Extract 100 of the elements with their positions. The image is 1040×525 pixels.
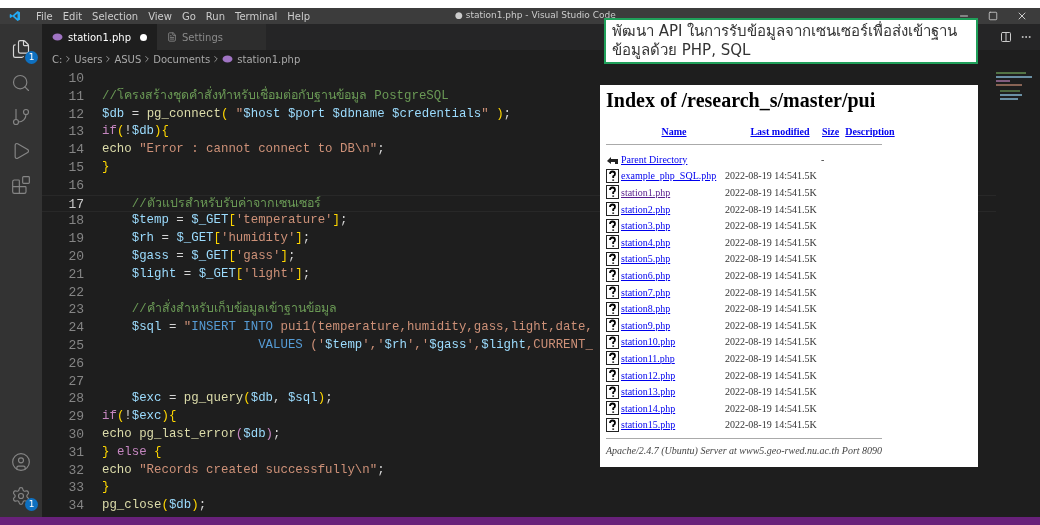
modified-date: 2022-08-19 14:54 <box>725 170 797 182</box>
branch-icon[interactable] <box>11 107 31 127</box>
file-link[interactable]: station14.php <box>621 400 725 416</box>
modified-date: 2022-08-19 14:54 <box>725 336 797 348</box>
file-link[interactable]: station2.php <box>621 201 725 217</box>
split-editor-icon[interactable] <box>1000 31 1012 43</box>
menu-item[interactable]: Selection <box>87 8 144 24</box>
code-line: echo "Error : cannot connect to DB\n"; <box>102 141 385 159</box>
code-line: $rh = $_GET['humidity']; <box>130 230 311 248</box>
unknown-file-icon <box>606 251 619 266</box>
file-link[interactable]: station15.php <box>621 417 725 433</box>
breadcrumb-item[interactable]: Users <box>74 51 103 67</box>
code-line: } <box>102 159 110 176</box>
file-link[interactable]: station11.php <box>621 350 725 366</box>
file-link[interactable]: station6.php <box>621 267 725 283</box>
code-line: if(!$exc){ <box>102 408 177 426</box>
unknown-file-icon <box>606 285 619 300</box>
code-line: echo pg_last_error($db); <box>102 425 281 443</box>
modified-date: 2022-08-19 14:54 <box>725 269 797 281</box>
menu-item[interactable]: Edit <box>57 8 88 24</box>
breadcrumb-item[interactable]: ASUS <box>114 51 142 67</box>
column-header-link[interactable]: Name <box>606 125 742 139</box>
file-link[interactable]: station3.php <box>621 218 725 234</box>
code-line: echo "Records created successfully\n"; <box>102 461 385 479</box>
file-size: 1.5K <box>797 351 817 366</box>
menu-item[interactable]: File <box>31 8 58 24</box>
code-line: //โครงสร้างชุดคำสั่งทำหรับเชื่อมต่อกับฐานข้อมูล PostgreSQL <box>102 87 449 105</box>
modified-date: 2022-08-19 14:54 <box>725 319 797 331</box>
column-header-link[interactable]: Description <box>845 125 895 139</box>
code-line: $gass = $_GET['gass']; <box>130 247 296 265</box>
file-size: 1.5K <box>797 268 817 283</box>
file-link[interactable]: station7.php <box>621 284 725 300</box>
unknown-file-icon <box>606 235 619 250</box>
file-size: 1.5K <box>797 186 817 200</box>
modified-date: 2022-08-19 14:54 <box>725 253 797 265</box>
unknown-file-icon <box>606 301 619 316</box>
code-line: } else { <box>102 443 162 461</box>
close-icon[interactable] <box>1016 10 1028 22</box>
file-link[interactable]: station12.php <box>621 367 725 383</box>
modified-date: 2022-08-19 14:54 <box>725 203 797 215</box>
menu-item[interactable]: Terminal <box>230 8 283 24</box>
modified-date: 2022-08-19 14:54 <box>725 187 797 198</box>
line-number: 17 <box>67 195 84 212</box>
line-number: 33 <box>67 479 84 498</box>
menu-item[interactable]: View <box>143 8 177 24</box>
line-number: 14 <box>67 141 84 159</box>
unknown-file-icon <box>606 384 619 399</box>
file-link[interactable]: station5.php <box>621 251 725 267</box>
line-number: 16 <box>67 176 84 195</box>
line-number: 26 <box>67 354 84 373</box>
code-line: VALUES ('$temp','$rh','$gass',$light,CURRENT_ <box>257 336 593 354</box>
app-logo-icon <box>9 10 21 22</box>
menu-item[interactable]: Help <box>282 8 316 24</box>
file-size: 1.5K <box>797 252 817 267</box>
menu-item[interactable]: Run <box>200 8 230 24</box>
extensions-icon[interactable] <box>11 175 31 195</box>
file-link[interactable]: station13.php <box>621 384 725 400</box>
line-number: 31 <box>67 443 84 462</box>
caption-box: พัฒนา API ในการรับข้อมูลจากเซนเซอร์เพื่อส่งเข้าฐานข้อมูลด้วย PHP, SQL <box>604 18 978 64</box>
server-footer: Apache/2.4.7 (Ubuntu) Server at www5.geo-rwed.nu.ac.th Port 8090 <box>606 443 972 459</box>
line-number: 22 <box>67 283 84 302</box>
line-number: 28 <box>67 390 84 409</box>
modified-date: 2022-08-19 14:54 <box>725 236 797 248</box>
file-icon <box>167 32 177 42</box>
file-link[interactable]: station10.php <box>621 334 725 350</box>
file-link[interactable]: station8.php <box>621 301 725 317</box>
line-number: 23 <box>67 301 84 320</box>
menu-item[interactable]: Go <box>176 8 201 24</box>
code-line: if(!$db){ <box>102 123 169 141</box>
file-link[interactable]: station9.php <box>621 317 725 333</box>
modified-date: 2022-08-19 14:54 <box>725 402 797 414</box>
file-size: 1.5K <box>797 335 817 350</box>
file-size: 1.5K <box>797 235 817 250</box>
file-link[interactable]: station4.php <box>621 234 725 250</box>
breadcrumb-item[interactable]: station1.php <box>237 51 301 67</box>
modified-date: 2022-08-19 14:54 <box>725 303 797 315</box>
unknown-file-icon <box>606 218 619 233</box>
unknown-file-icon <box>606 318 619 333</box>
maximize-icon[interactable] <box>988 11 998 21</box>
column-header-link[interactable]: Size <box>822 125 840 139</box>
file-link[interactable]: example_php_SQL.php <box>621 168 725 184</box>
unknown-file-icon <box>606 202 619 217</box>
tab-label: station1.php <box>68 30 131 45</box>
file-size: 1.5K <box>797 169 817 184</box>
breadcrumb-item[interactable]: Documents <box>153 51 211 67</box>
file-link[interactable]: station1.php <box>621 185 725 200</box>
editor-tab[interactable]: station1.php <box>42 24 157 50</box>
settings-icon[interactable] <box>11 486 31 506</box>
code-line: //ตัวแปรสำหรับรับค่าจากเซนเซอร์ <box>130 195 321 212</box>
column-header-link[interactable]: Last modified <box>744 125 816 139</box>
files-icon[interactable] <box>11 39 31 59</box>
line-number: 20 <box>67 247 84 266</box>
code-line: pg_close($db); <box>102 497 207 515</box>
file-size: 1.5K <box>797 418 817 433</box>
breadcrumb-item[interactable]: C: <box>52 51 63 67</box>
file-link[interactable]: Parent Directory <box>621 151 725 167</box>
account-icon[interactable] <box>11 452 31 472</box>
file-size: 1.5K <box>797 318 817 333</box>
editor-tab[interactable]: Settings <box>157 24 266 50</box>
search-icon[interactable] <box>11 73 31 93</box>
